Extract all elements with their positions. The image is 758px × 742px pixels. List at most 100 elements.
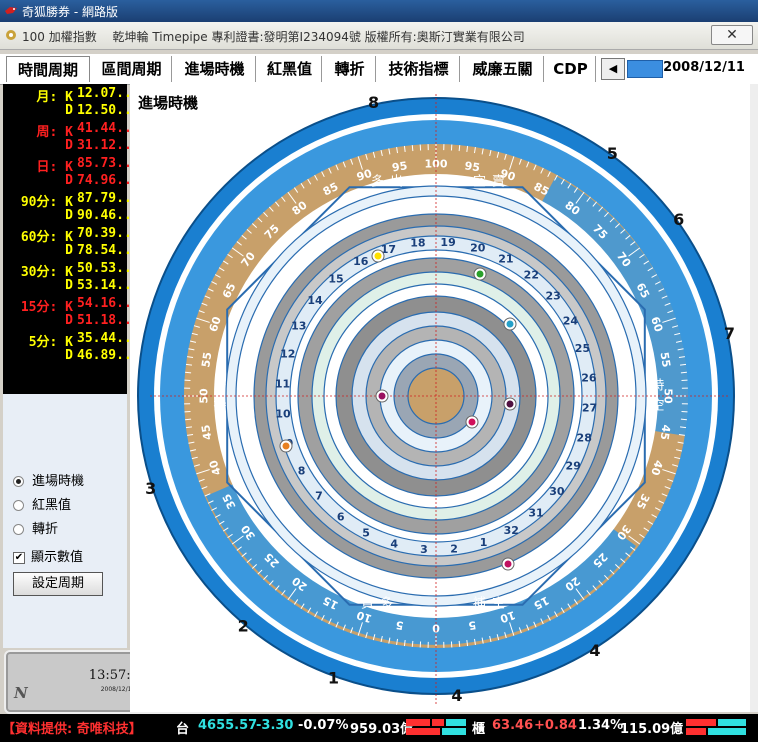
twse-volume: 959.03億 (350, 722, 414, 737)
bezel-number: 4 (589, 641, 600, 660)
indicator-dot (282, 442, 290, 450)
tab-entry-timing[interactable]: 進場時機 (174, 56, 256, 82)
radio-dot-icon (13, 500, 24, 511)
tab-turning[interactable]: 轉折 (324, 56, 376, 82)
indicator-dot (476, 270, 484, 278)
hour-label: 25 (575, 342, 590, 355)
bezel-number: 5 (607, 144, 618, 163)
hour-label: 6 (337, 510, 345, 523)
otc-percent: 1.34% (578, 718, 624, 733)
gear-icon (6, 30, 16, 40)
scale-tick (411, 145, 414, 152)
fox-app-icon (5, 7, 17, 14)
otc-index: 63.46 (492, 718, 534, 733)
radio-dot-icon (13, 524, 24, 535)
hour-label: 15 (328, 272, 343, 285)
scale-tick (411, 640, 414, 647)
kd-row-d: D 46.89... (3, 348, 139, 365)
tab-time-period[interactable]: 時間周期 (6, 56, 90, 82)
kd-row-d: D 53.14... (3, 278, 139, 295)
kd-row-k: 日: K 85.73... (3, 156, 140, 175)
scale-number: 45 (658, 424, 673, 441)
hour-label: 27 (582, 402, 597, 415)
kd-row-k: 30分: K 50.53... (3, 261, 140, 280)
hour-label: 19 (440, 236, 455, 249)
hour-label: 28 (577, 431, 592, 444)
scale-number: 55 (658, 351, 673, 368)
otc-label: 櫃 (472, 722, 486, 737)
quadrant-bottom-left: 買多 (361, 596, 399, 612)
kd-d-label: D (65, 173, 73, 188)
hour-label: 7 (315, 490, 323, 503)
tab-scroll-left-button[interactable]: ◀ (601, 58, 625, 80)
scale-number: 95 (391, 159, 408, 174)
bezel-number: 6 (673, 210, 684, 229)
bezel-number: 4 (451, 686, 462, 705)
checkbox-show-values[interactable]: ✔ 顯示數值 (13, 546, 83, 565)
hour-label: 16 (353, 255, 369, 268)
scale-number: 95 (464, 159, 481, 174)
scale-tick (185, 418, 192, 421)
kd-d-label: D (65, 348, 73, 363)
kd-panel: 月: K 12.07... D 12.50... 周: K 41.44... D 31.12.… (3, 84, 140, 394)
quadrant-left-1: 多 (213, 378, 226, 394)
hour-label: 3 (420, 543, 428, 556)
hour-label: 12 (280, 348, 295, 361)
bezel-number: 1 (328, 668, 339, 687)
hour-label: 14 (307, 294, 323, 307)
vertical-scrollbar[interactable] (750, 84, 758, 712)
tab-williams[interactable]: 威廉五關 (462, 56, 544, 82)
kd-row-k: 周: K 41.44... (3, 121, 140, 140)
indicator-dot (506, 400, 514, 408)
info-toolbar: 100 加權指數 乾坤輪 Timepipe 專利證書:發明第I234094號 版… (0, 22, 758, 50)
set-period-button[interactable]: 設定周期 (13, 572, 103, 596)
tab-scroll-thumb[interactable] (627, 60, 663, 78)
scale-tick (185, 371, 192, 374)
checkmark-icon: ✔ (13, 551, 25, 564)
bezel-number: 8 (368, 93, 379, 112)
kd-row-d: D 78.54... (3, 243, 139, 260)
radio-dot-icon (13, 476, 24, 487)
kd-row-d: D 31.12... (3, 138, 139, 155)
radio-red-black[interactable]: 紅黑值 (13, 494, 71, 513)
indicator-dot (374, 252, 382, 260)
scale-tick (680, 418, 687, 421)
radio-turning[interactable]: 轉折 (13, 518, 58, 537)
scale-tick (680, 371, 687, 374)
close-button[interactable]: ✕ (711, 25, 753, 45)
hour-label: 11 (275, 377, 290, 390)
indicator-dot (504, 560, 512, 568)
hour-label: 31 (528, 507, 543, 520)
quadrant-bottom-right: 補空 (473, 597, 511, 612)
hour-label: 21 (498, 252, 513, 265)
hour-label: 5 (362, 527, 370, 540)
kd-d-label: D (65, 138, 73, 153)
timepipe-wheel[interactable]: 100 95 90858075706560555045403530252015105… (130, 84, 750, 712)
kd-row-k: 60分: K 70.39... (3, 226, 140, 245)
twse-label: 台 (176, 722, 190, 737)
twse-percent: -0.07% (298, 718, 349, 733)
kd-row-k: 5分: K 35.44... (3, 331, 140, 350)
tab-red-black[interactable]: 紅黑值 (258, 56, 322, 82)
tab-interval-period[interactable]: 區間周期 (92, 56, 172, 82)
current-date: 2008/12/11 (663, 60, 745, 75)
title-bar: 奇狐勝券 - 網路版 (0, 0, 758, 22)
tab-technical-indicators[interactable]: 技術指標 (378, 56, 460, 82)
bezel-number: 2 (238, 616, 249, 635)
quadrant-right-2: 空 (651, 399, 664, 414)
kd-row-k: 15分: K 54.16... (3, 296, 140, 315)
bezel-number: 3 (145, 479, 156, 498)
indicator-dot (378, 392, 386, 400)
kd-d-label: D (65, 103, 73, 118)
indicator-dot (468, 418, 476, 426)
control-panel: 進場時機 紅黑值 轉折 ✔ 顯示數值 設定周期 (3, 394, 127, 648)
radio-entry-timing[interactable]: 進場時機 (13, 470, 84, 489)
hour-label: 2 (450, 542, 458, 555)
hour-label: 13 (291, 320, 306, 333)
hour-label: 32 (504, 524, 519, 537)
hour-label: 26 (581, 371, 597, 384)
kd-row-d: D 12.50... (3, 103, 139, 120)
kd-d-label: D (65, 313, 73, 328)
tab-cdp[interactable]: CDP (546, 56, 596, 82)
indicator-dot (506, 320, 514, 328)
